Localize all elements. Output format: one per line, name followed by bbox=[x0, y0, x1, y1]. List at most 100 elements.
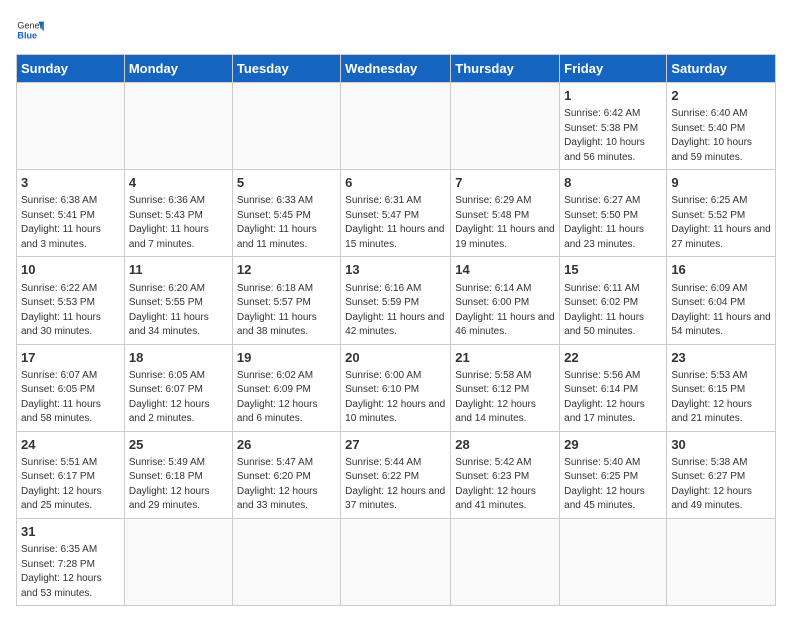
day-number: 31 bbox=[21, 523, 120, 541]
day-number: 26 bbox=[237, 436, 336, 454]
day-info: Sunrise: 5:44 AM Sunset: 6:22 PM Dayligh… bbox=[345, 456, 446, 514]
calendar-cell: 8 Sunrise: 6:27 AM Sunset: 5:50 PM Daylig… bbox=[560, 170, 667, 257]
header: General Blue bbox=[16, 16, 776, 44]
day-info: Sunrise: 6:09 AM Sunset: 6:04 PM Dayligh… bbox=[671, 282, 771, 340]
calendar-table: SundayMondayTuesdayWednesdayThursdayFrid… bbox=[16, 54, 776, 606]
day-info: Sunrise: 6:07 AM Sunset: 6:05 PM Dayligh… bbox=[21, 369, 120, 427]
calendar-cell: 27 Sunrise: 5:44 AM Sunset: 6:22 PM Dayli… bbox=[341, 431, 451, 518]
calendar-cell bbox=[341, 83, 451, 170]
calendar-body: 1 Sunrise: 6:42 AM Sunset: 5:38 PM Daylig… bbox=[17, 83, 776, 606]
calendar-cell: 13 Sunrise: 6:16 AM Sunset: 5:59 PM Dayli… bbox=[341, 257, 451, 344]
day-info: Sunrise: 5:51 AM Sunset: 6:17 PM Dayligh… bbox=[21, 456, 120, 514]
calendar-week-6: 31 Sunrise: 6:35 AM Sunset: 7:28 PM Dayli… bbox=[17, 518, 776, 605]
day-number: 17 bbox=[21, 349, 120, 367]
calendar-cell: 18Sunrise: 6:05 AM Sunset: 6:07 PM Dayli… bbox=[124, 344, 232, 431]
calendar-cell: 6 Sunrise: 6:31 AM Sunset: 5:47 PM Daylig… bbox=[341, 170, 451, 257]
day-info: Sunrise: 5:47 AM Sunset: 6:20 PM Dayligh… bbox=[237, 456, 336, 514]
day-info: Sunrise: 6:42 AM Sunset: 5:38 PM Dayligh… bbox=[564, 107, 662, 165]
col-header-monday: Monday bbox=[124, 55, 232, 83]
calendar-cell: 16Sunrise: 6:09 AM Sunset: 6:04 PM Dayli… bbox=[667, 257, 776, 344]
day-number: 22 bbox=[564, 349, 662, 367]
day-info: Sunrise: 6:31 AM Sunset: 5:47 PM Dayligh… bbox=[345, 194, 446, 252]
header-row: SundayMondayTuesdayWednesdayThursdayFrid… bbox=[17, 55, 776, 83]
day-number: 6 bbox=[345, 174, 446, 192]
calendar-week-1: 1 Sunrise: 6:42 AM Sunset: 5:38 PM Daylig… bbox=[17, 83, 776, 170]
day-info: Sunrise: 6:16 AM Sunset: 5:59 PM Dayligh… bbox=[345, 282, 446, 340]
day-info: Sunrise: 6:35 AM Sunset: 7:28 PM Dayligh… bbox=[21, 543, 120, 601]
day-number: 27 bbox=[345, 436, 446, 454]
day-number: 20 bbox=[345, 349, 446, 367]
calendar-cell: 31 Sunrise: 6:35 AM Sunset: 7:28 PM Dayli… bbox=[17, 518, 125, 605]
calendar-cell bbox=[17, 83, 125, 170]
day-info: Sunrise: 5:56 AM Sunset: 6:14 PM Dayligh… bbox=[564, 369, 662, 427]
day-info: Sunrise: 6:25 AM Sunset: 5:52 PM Dayligh… bbox=[671, 194, 771, 252]
calendar-cell: 20 Sunrise: 6:00 AM Sunset: 6:10 PM Dayli… bbox=[341, 344, 451, 431]
calendar-cell bbox=[560, 518, 667, 605]
calendar-cell: 24 Sunrise: 5:51 AM Sunset: 6:17 PM Dayli… bbox=[17, 431, 125, 518]
calendar-cell: 2 Sunrise: 6:40 AM Sunset: 5:40 PM Daylig… bbox=[667, 83, 776, 170]
col-header-sunday: Sunday bbox=[17, 55, 125, 83]
logo: General Blue bbox=[16, 16, 48, 44]
day-number: 5 bbox=[237, 174, 336, 192]
calendar-cell bbox=[451, 83, 560, 170]
day-info: Sunrise: 6:14 AM Sunset: 6:00 PM Dayligh… bbox=[455, 282, 555, 340]
day-number: 11 bbox=[129, 261, 228, 279]
day-number: 3 bbox=[21, 174, 120, 192]
day-number: 4 bbox=[129, 174, 228, 192]
calendar-cell: 12Sunrise: 6:18 AM Sunset: 5:57 PM Dayli… bbox=[232, 257, 340, 344]
calendar-cell: 23Sunrise: 5:53 AM Sunset: 6:15 PM Dayli… bbox=[667, 344, 776, 431]
day-number: 1 bbox=[564, 87, 662, 105]
day-info: Sunrise: 5:49 AM Sunset: 6:18 PM Dayligh… bbox=[129, 456, 228, 514]
day-info: Sunrise: 6:27 AM Sunset: 5:50 PM Dayligh… bbox=[564, 194, 662, 252]
calendar-cell bbox=[341, 518, 451, 605]
day-info: Sunrise: 6:22 AM Sunset: 5:53 PM Dayligh… bbox=[21, 282, 120, 340]
day-info: Sunrise: 6:05 AM Sunset: 6:07 PM Dayligh… bbox=[129, 369, 228, 427]
col-header-thursday: Thursday bbox=[451, 55, 560, 83]
calendar-cell: 17 Sunrise: 6:07 AM Sunset: 6:05 PM Dayli… bbox=[17, 344, 125, 431]
calendar-cell bbox=[667, 518, 776, 605]
day-number: 7 bbox=[455, 174, 555, 192]
day-info: Sunrise: 6:29 AM Sunset: 5:48 PM Dayligh… bbox=[455, 194, 555, 252]
day-info: Sunrise: 6:00 AM Sunset: 6:10 PM Dayligh… bbox=[345, 369, 446, 427]
day-info: Sunrise: 6:11 AM Sunset: 6:02 PM Dayligh… bbox=[564, 282, 662, 340]
calendar-cell: 10Sunrise: 6:22 AM Sunset: 5:53 PM Dayli… bbox=[17, 257, 125, 344]
calendar-cell: 14 Sunrise: 6:14 AM Sunset: 6:00 PM Dayli… bbox=[451, 257, 560, 344]
calendar-cell: 5 Sunrise: 6:33 AM Sunset: 5:45 PM Daylig… bbox=[232, 170, 340, 257]
calendar-cell: 1 Sunrise: 6:42 AM Sunset: 5:38 PM Daylig… bbox=[560, 83, 667, 170]
day-info: Sunrise: 6:33 AM Sunset: 5:45 PM Dayligh… bbox=[237, 194, 336, 252]
calendar-cell: 3 Sunrise: 6:38 AM Sunset: 5:41 PM Daylig… bbox=[17, 170, 125, 257]
calendar-week-5: 24 Sunrise: 5:51 AM Sunset: 6:17 PM Dayli… bbox=[17, 431, 776, 518]
day-number: 2 bbox=[671, 87, 771, 105]
calendar-cell: 19Sunrise: 6:02 AM Sunset: 6:09 PM Dayli… bbox=[232, 344, 340, 431]
day-info: Sunrise: 5:40 AM Sunset: 6:25 PM Dayligh… bbox=[564, 456, 662, 514]
day-info: Sunrise: 6:40 AM Sunset: 5:40 PM Dayligh… bbox=[671, 107, 771, 165]
calendar-week-3: 10Sunrise: 6:22 AM Sunset: 5:53 PM Dayli… bbox=[17, 257, 776, 344]
day-number: 15 bbox=[564, 261, 662, 279]
day-info: Sunrise: 5:58 AM Sunset: 6:12 PM Dayligh… bbox=[455, 369, 555, 427]
calendar-week-2: 3 Sunrise: 6:38 AM Sunset: 5:41 PM Daylig… bbox=[17, 170, 776, 257]
day-number: 29 bbox=[564, 436, 662, 454]
day-number: 8 bbox=[564, 174, 662, 192]
day-info: Sunrise: 6:20 AM Sunset: 5:55 PM Dayligh… bbox=[129, 282, 228, 340]
day-info: Sunrise: 6:38 AM Sunset: 5:41 PM Dayligh… bbox=[21, 194, 120, 252]
day-number: 13 bbox=[345, 261, 446, 279]
day-number: 25 bbox=[129, 436, 228, 454]
day-number: 23 bbox=[671, 349, 771, 367]
day-info: Sunrise: 6:36 AM Sunset: 5:43 PM Dayligh… bbox=[129, 194, 228, 252]
col-header-tuesday: Tuesday bbox=[232, 55, 340, 83]
day-info: Sunrise: 6:18 AM Sunset: 5:57 PM Dayligh… bbox=[237, 282, 336, 340]
day-number: 14 bbox=[455, 261, 555, 279]
day-number: 24 bbox=[21, 436, 120, 454]
day-number: 19 bbox=[237, 349, 336, 367]
calendar-cell bbox=[232, 518, 340, 605]
day-number: 21 bbox=[455, 349, 555, 367]
calendar-cell: 29 Sunrise: 5:40 AM Sunset: 6:25 PM Dayli… bbox=[560, 431, 667, 518]
calendar-cell bbox=[124, 518, 232, 605]
day-number: 9 bbox=[671, 174, 771, 192]
calendar-cell: 30Sunrise: 5:38 AM Sunset: 6:27 PM Dayli… bbox=[667, 431, 776, 518]
calendar-cell bbox=[232, 83, 340, 170]
calendar-week-4: 17 Sunrise: 6:07 AM Sunset: 6:05 PM Dayli… bbox=[17, 344, 776, 431]
calendar-cell: 11 Sunrise: 6:20 AM Sunset: 5:55 PM Dayli… bbox=[124, 257, 232, 344]
calendar-cell: 28Sunrise: 5:42 AM Sunset: 6:23 PM Dayli… bbox=[451, 431, 560, 518]
day-number: 28 bbox=[455, 436, 555, 454]
